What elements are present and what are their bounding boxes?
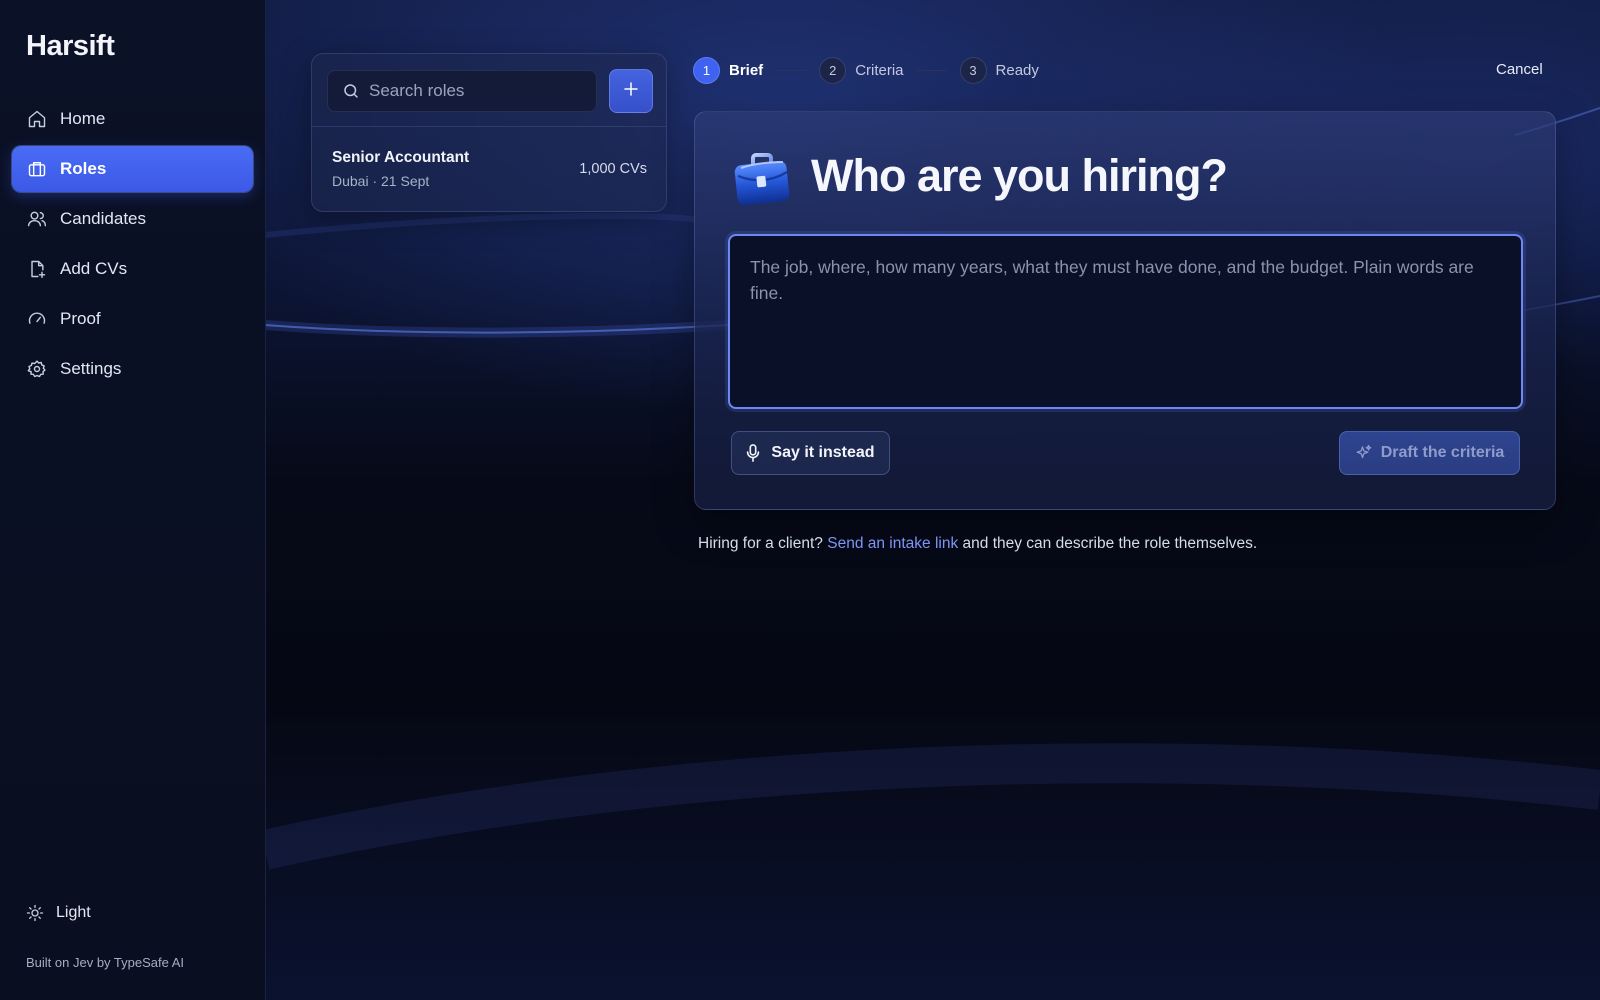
search-roles-box (327, 70, 597, 112)
sparkles-icon (1355, 444, 1373, 462)
client-note-prefix: Hiring for a client? (698, 535, 823, 552)
built-on-footer: Built on Jev by TypeSafe AI (26, 955, 185, 970)
step-brief[interactable]: 1 Brief (693, 57, 763, 84)
draft-criteria-button[interactable]: Draft the criteria (1339, 431, 1520, 475)
step-label: Ready (995, 62, 1039, 79)
microphone-icon (746, 444, 762, 462)
step-label: Brief (729, 62, 764, 79)
step-connector (776, 70, 807, 71)
client-intake-note: Hiring for a client? Send an intake link… (698, 535, 1257, 553)
home-icon (26, 108, 48, 130)
sidebar-item-label: Roles (60, 159, 107, 178)
sidebar-item-roles[interactable]: Roles (12, 146, 253, 192)
say-it-instead-button[interactable]: Say it instead (731, 431, 890, 475)
theme-toggle[interactable]: Light (26, 903, 91, 923)
draft-criteria-label: Draft the criteria (1380, 444, 1505, 461)
step-connector (916, 70, 947, 71)
roles-panel: Senior Accountant Dubai · 21 Sept 1,000 … (311, 53, 667, 212)
sidebar-item-proof[interactable]: Proof (12, 296, 253, 342)
step-number: 2 (819, 57, 847, 84)
sidebar-item-home[interactable]: Home (12, 96, 253, 142)
sun-icon (26, 903, 46, 923)
role-list-item[interactable]: Senior Accountant Dubai · 21 Sept 1,000 … (312, 127, 666, 212)
step-label: Criteria (855, 62, 904, 79)
gauge-icon (26, 308, 48, 330)
cancel-button[interactable]: Cancel (1496, 61, 1543, 78)
brief-card: Who are you hiring? Say it instead Draft… (694, 111, 1556, 510)
plus-icon (622, 80, 640, 103)
add-role-button[interactable] (609, 69, 653, 113)
step-number: 3 (959, 57, 987, 84)
send-intake-link[interactable]: Send an intake link (827, 535, 958, 552)
sidebar-item-label: Settings (60, 359, 122, 378)
sidebar-item-settings[interactable]: Settings (12, 346, 253, 392)
role-brief-textarea[interactable] (728, 234, 1523, 409)
file-add-icon (26, 258, 48, 280)
step-number: 1 (693, 57, 720, 84)
sidebar-item-add-cvs[interactable]: Add CVs (12, 246, 253, 292)
sidebar: Harsift Home Roles Candidates Add CVs Pr… (0, 0, 266, 1000)
client-note-suffix: and they can describe the role themselve… (962, 535, 1258, 552)
sidebar-item-label: Add CVs (60, 259, 128, 278)
sidebar-item-candidates[interactable]: Candidates (12, 196, 253, 242)
theme-toggle-label: Light (56, 904, 91, 921)
role-cv-count: 1,000 CVs (579, 161, 647, 177)
role-meta: Dubai · 21 Sept (332, 173, 430, 189)
sidebar-nav: Home Roles Candidates Add CVs Proof Sett… (12, 96, 253, 396)
sidebar-item-label: Home (60, 109, 106, 128)
say-it-instead-label: Say it instead (771, 444, 875, 461)
role-title: Senior Accountant (332, 149, 470, 166)
app-logo[interactable]: Harsift (26, 30, 115, 63)
gear-icon (26, 358, 48, 380)
briefcase-icon (26, 158, 48, 180)
page-title: Who are you hiring? (811, 150, 1228, 201)
search-roles-input[interactable] (369, 81, 569, 101)
step-criteria[interactable]: 2 Criteria (819, 57, 904, 84)
users-icon (26, 208, 48, 230)
step-ready[interactable]: 3 Ready (959, 57, 1039, 84)
sidebar-item-label: Proof (60, 309, 101, 328)
wizard-stepper: 1 Brief 2 Criteria 3 Ready (693, 57, 1039, 84)
search-icon (342, 82, 360, 100)
sidebar-item-label: Candidates (60, 209, 147, 228)
briefcase-icon (733, 150, 791, 206)
